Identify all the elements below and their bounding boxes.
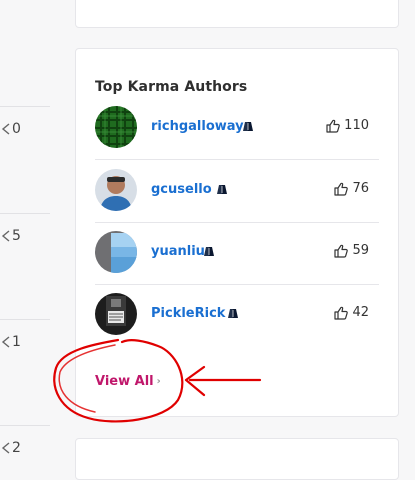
left-row: 0 xyxy=(0,107,50,214)
left-count-value: 5 xyxy=(12,228,21,244)
left-row: 5 xyxy=(0,214,50,320)
karma-count: 59 xyxy=(334,243,369,258)
thumbs-up-icon xyxy=(334,306,349,320)
splunk-badge-icon xyxy=(243,122,253,131)
green-plaid-avatar[interactable] xyxy=(95,106,137,148)
reply-icon xyxy=(1,230,10,242)
author-name-link[interactable]: PickleRick xyxy=(151,306,225,321)
karma-count: 42 xyxy=(334,305,369,320)
previous-panel xyxy=(75,0,399,28)
left-partial-column: 4 0 5 1 2 xyxy=(0,0,50,456)
view-all-link[interactable]: View All › xyxy=(95,374,161,389)
person-photo-avatar[interactable] xyxy=(95,169,137,211)
karma-value: 42 xyxy=(352,305,369,320)
thumbs-up-icon xyxy=(334,182,349,196)
left-count-value: 2 xyxy=(12,440,21,456)
karma-value: 76 xyxy=(352,181,369,196)
author-row: richgalloway 110 xyxy=(95,97,379,160)
next-panel xyxy=(75,438,399,480)
author-name-link[interactable]: richgalloway xyxy=(151,119,244,134)
panel-title: Top Karma Authors xyxy=(95,79,248,95)
left-row: 1 xyxy=(0,320,50,426)
left-count: 1 xyxy=(0,334,21,350)
author-name-link[interactable]: gcusello xyxy=(151,182,212,197)
sign-photo-avatar[interactable] xyxy=(95,293,137,335)
sky-photo-avatar[interactable] xyxy=(95,231,137,273)
karma-count: 76 xyxy=(334,181,369,196)
left-count-value: 0 xyxy=(12,121,21,137)
karma-value: 59 xyxy=(352,243,369,258)
karma-value: 110 xyxy=(344,118,369,133)
left-count-value: 1 xyxy=(12,334,21,350)
karma-count: 110 xyxy=(326,118,369,133)
left-count: 2 xyxy=(0,440,21,456)
splunk-badge-icon xyxy=(217,185,227,194)
left-row-divider xyxy=(0,0,50,107)
reply-icon xyxy=(1,336,10,348)
splunk-badge-icon xyxy=(204,247,214,256)
left-count: 0 xyxy=(0,121,21,137)
author-row: yuanliu 59 xyxy=(95,222,379,285)
author-row: PickleRick 42 xyxy=(95,284,379,346)
chevron-right-icon: › xyxy=(156,376,161,387)
author-name-link[interactable]: yuanliu xyxy=(151,244,205,259)
splunk-badge-icon xyxy=(228,309,238,318)
top-karma-authors-panel: Top Karma Authors richgalloway 110 gcuse… xyxy=(75,48,399,417)
thumbs-up-icon xyxy=(334,244,349,258)
author-row: gcusello 76 xyxy=(95,160,379,223)
reply-icon xyxy=(1,123,10,135)
left-count: 5 xyxy=(0,228,21,244)
reply-icon xyxy=(1,442,10,454)
view-all-label: View All xyxy=(95,374,154,389)
thumbs-up-icon xyxy=(326,119,340,133)
